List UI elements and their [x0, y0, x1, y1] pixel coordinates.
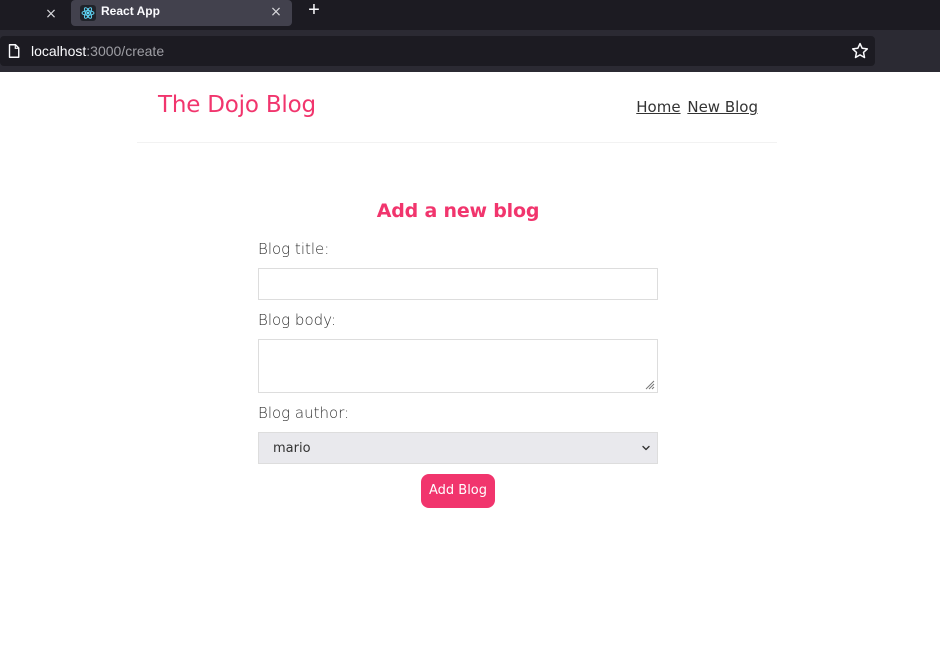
url-host: localhost: [31, 43, 87, 59]
blog-author-label: Blog author:: [258, 404, 350, 422]
browser-tab-strip: × React App × +: [0, 0, 940, 30]
page-icon: [8, 44, 20, 58]
url-path: :3000/create: [86, 43, 165, 59]
browser-navbar: localhost:3000/create: [0, 30, 940, 72]
resize-grip-icon[interactable]: [645, 380, 655, 390]
tab-close-button[interactable]: ×: [268, 3, 284, 21]
tab-title: React App: [101, 4, 160, 18]
create-blog-form: Add a new blog Blog title: Blog body: Bl…: [258, 200, 658, 508]
blog-title-label: Blog title:: [258, 240, 330, 258]
blog-body-textarea[interactable]: [258, 339, 658, 393]
submit-wrapper: Add Blog: [258, 474, 658, 508]
address-bar[interactable]: localhost:3000/create: [0, 36, 875, 66]
nav-links: Home New Blog: [636, 98, 758, 116]
form-heading: Add a new blog: [376, 200, 540, 222]
page-content: The Dojo Blog Home New Blog Add a new bl…: [0, 72, 940, 670]
new-tab-button[interactable]: +: [302, 0, 326, 22]
blog-body-label: Blog body:: [258, 311, 336, 329]
star-icon[interactable]: [851, 42, 869, 60]
site-navbar: The Dojo Blog Home New Blog: [137, 72, 777, 143]
nav-link-new-blog[interactable]: New Blog: [687, 98, 758, 116]
previous-tab-close-button[interactable]: ×: [40, 3, 62, 25]
blog-author-selected: mario: [273, 441, 311, 456]
url-text: localhost:3000/create: [31, 43, 164, 59]
chevron-down-icon: [642, 445, 650, 451]
nav-link-home[interactable]: Home: [636, 98, 680, 116]
blog-title-input[interactable]: [258, 268, 658, 300]
site-brand: The Dojo Blog: [158, 92, 316, 118]
toolbar-spacer: [880, 36, 940, 66]
add-blog-button[interactable]: Add Blog: [420, 474, 496, 508]
react-icon: [80, 5, 96, 21]
blog-author-select[interactable]: mario: [258, 432, 658, 464]
browser-tab-active[interactable]: React App ×: [71, 0, 292, 26]
